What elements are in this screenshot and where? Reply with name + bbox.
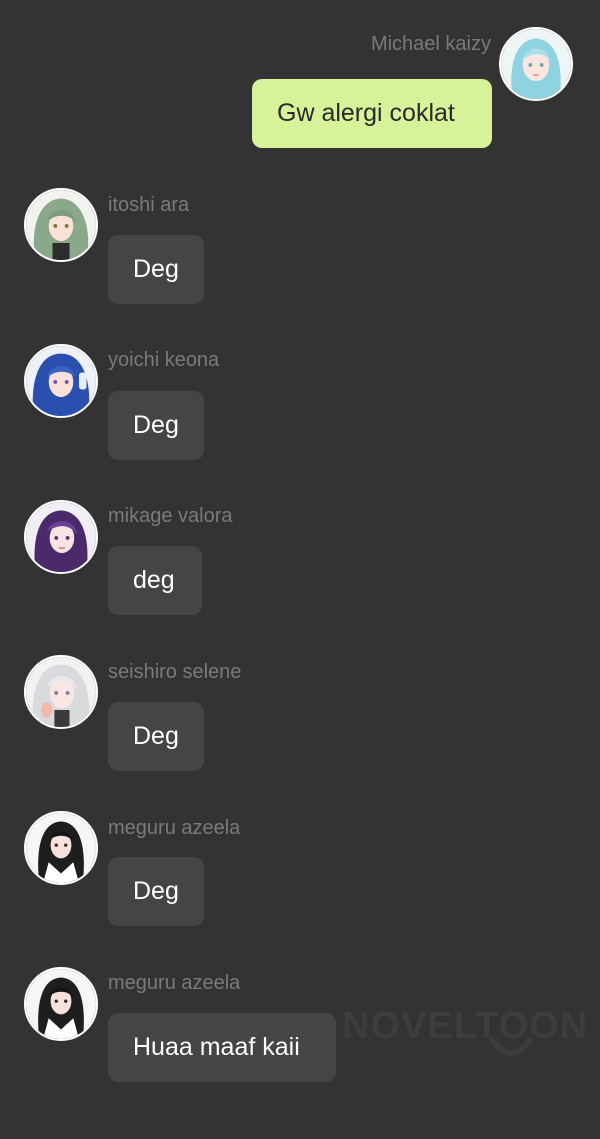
message-bubble[interactable]: Deg xyxy=(108,702,204,771)
avatar[interactable] xyxy=(24,344,98,418)
sender-name: Michael kaizy xyxy=(370,33,491,55)
avatar[interactable] xyxy=(24,811,98,885)
sender-name: meguru azeela xyxy=(108,972,241,994)
message-bubble[interactable]: Deg xyxy=(108,391,204,460)
message-bubble[interactable]: deg xyxy=(108,546,202,615)
message-bubble[interactable]: Deg xyxy=(108,857,204,926)
avatar[interactable] xyxy=(24,967,98,1041)
avatar[interactable] xyxy=(24,500,98,574)
sender-name: itoshi ara xyxy=(108,194,190,216)
sender-name: meguru azeela xyxy=(108,817,241,839)
sender-name: mikage valora xyxy=(108,505,233,527)
avatar[interactable] xyxy=(24,655,98,729)
message-bubble[interactable]: Deg xyxy=(108,235,204,304)
avatar[interactable] xyxy=(24,188,98,262)
avatar[interactable] xyxy=(499,27,573,101)
sender-name: seishiro selene xyxy=(108,661,242,683)
chat-screen: Michael kaizy Gw alergi coklat itoshi ar… xyxy=(0,0,600,1139)
watermark-logo: NOVELTOON xyxy=(342,1005,589,1047)
message-bubble[interactable]: Gw alergi coklat xyxy=(252,79,492,148)
smile-icon xyxy=(489,1037,533,1056)
message-bubble[interactable]: Huaa maaf kaii xyxy=(108,1013,336,1082)
sender-name: yoichi keona xyxy=(108,349,220,371)
